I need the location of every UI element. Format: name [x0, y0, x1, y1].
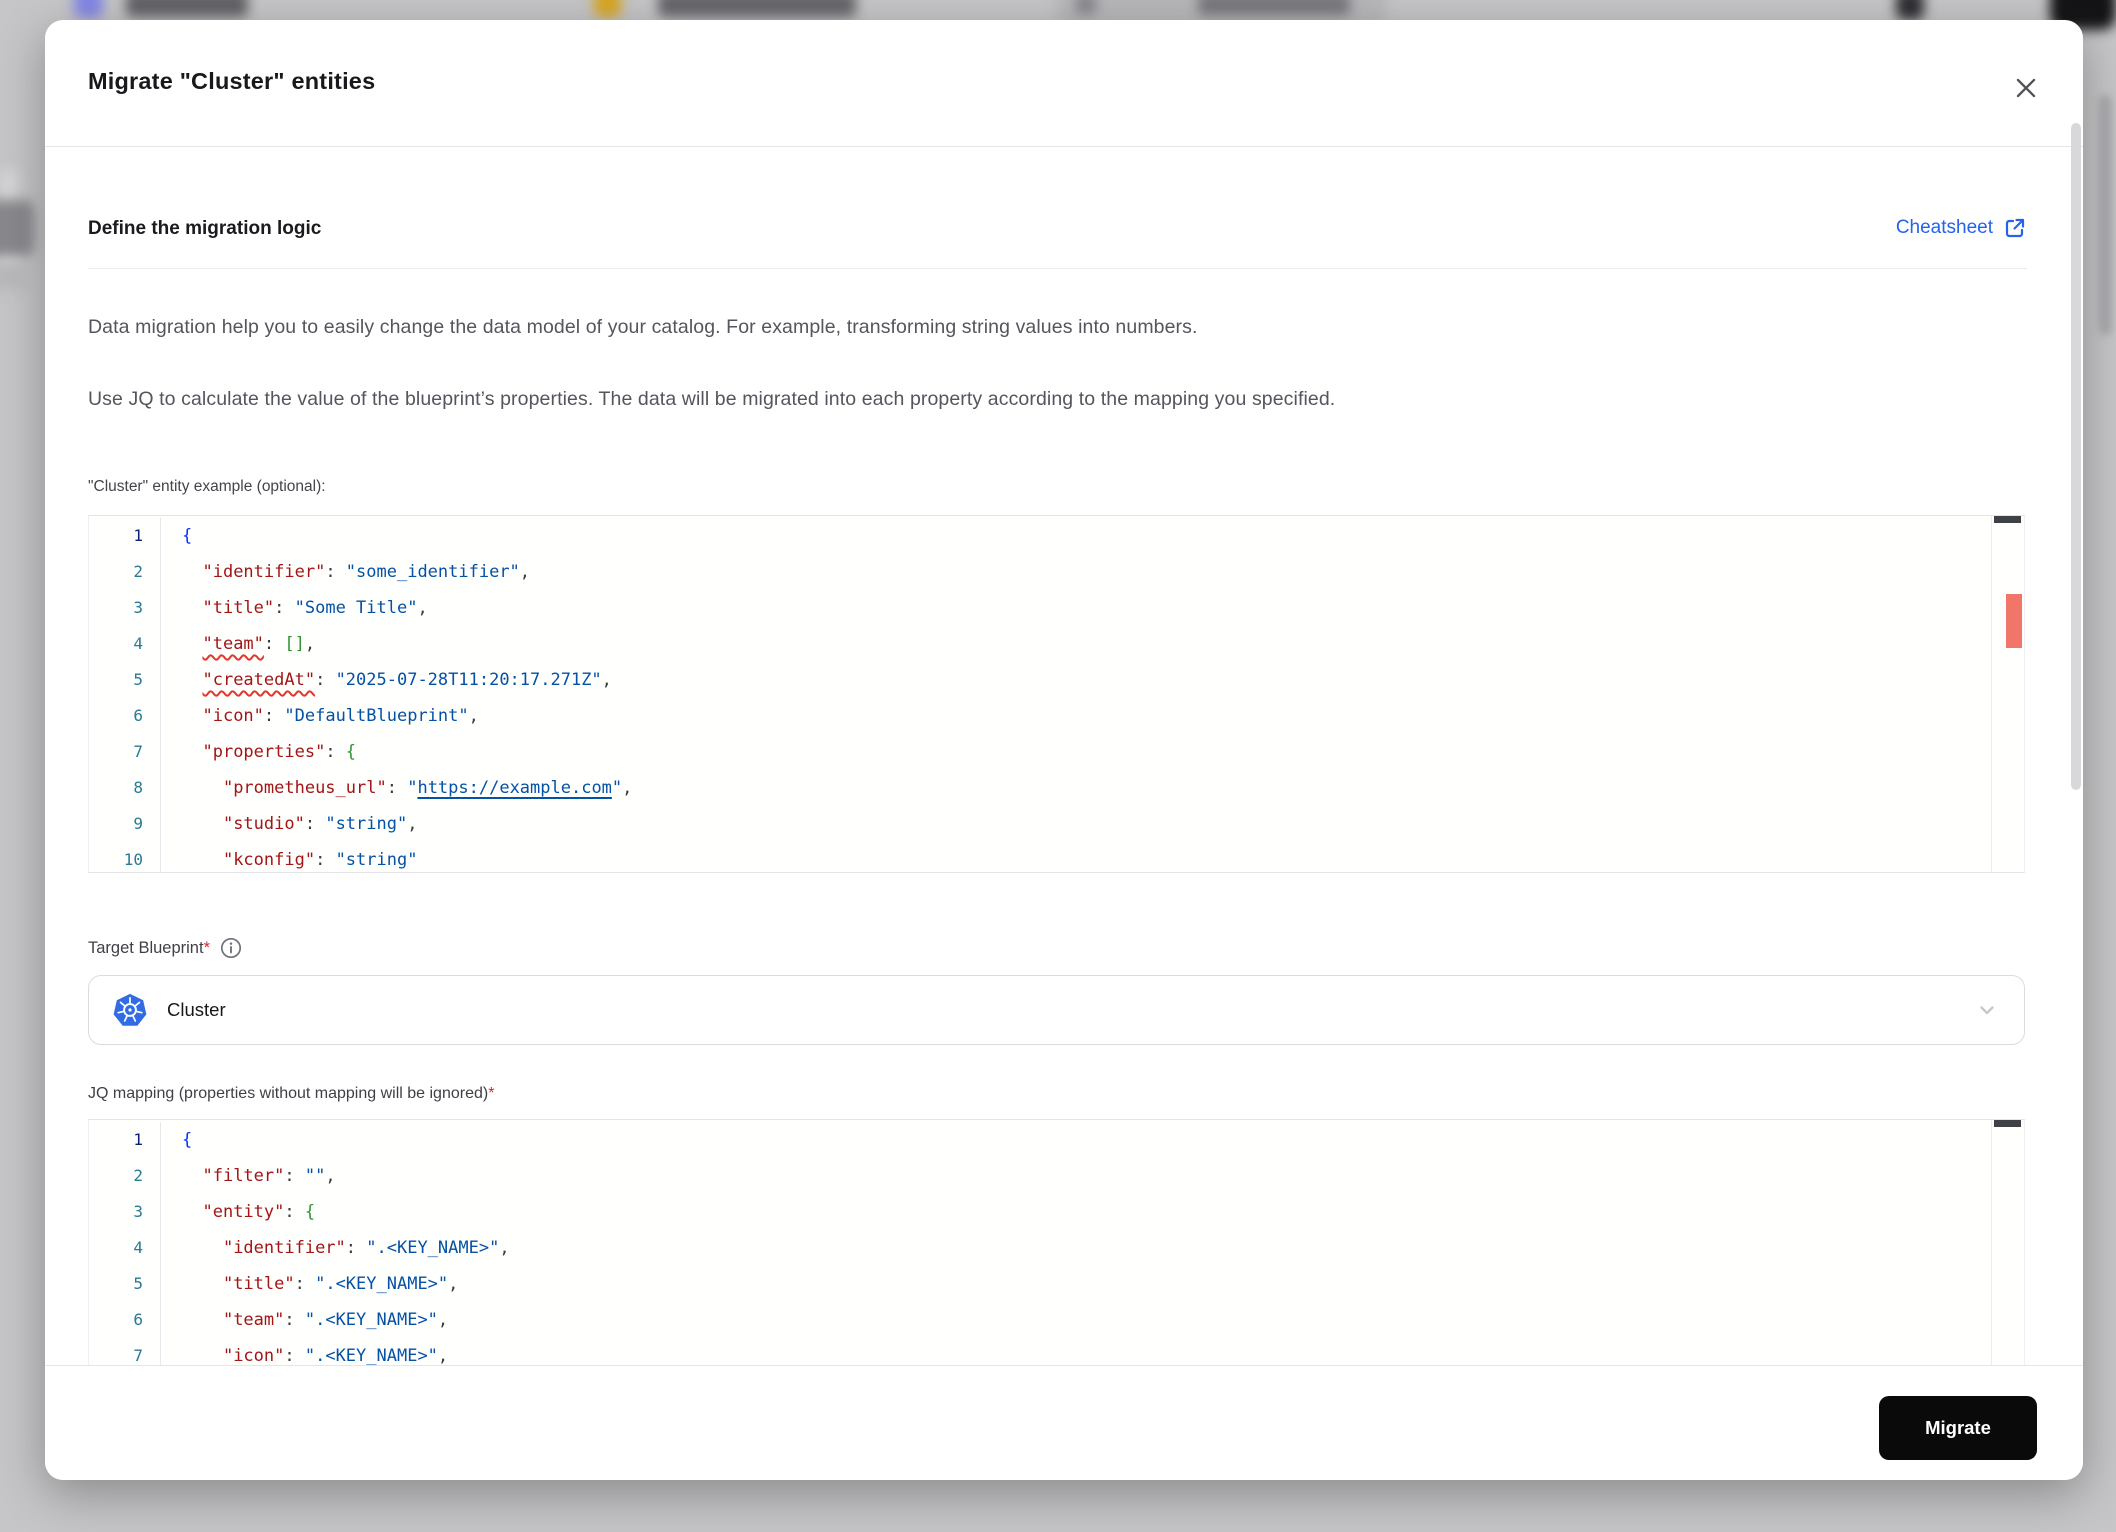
code-line: 7 "icon": ".<KEY_NAME>", — [89, 1338, 2024, 1365]
intro-paragraph-1: Data migration help you to easily change… — [88, 316, 1198, 338]
target-blueprint-select[interactable]: Cluster — [88, 975, 2025, 1045]
editor-scrollbar-track — [1991, 1120, 1992, 1365]
editor-scrollbar-track — [1991, 516, 1992, 872]
required-asterisk: * — [203, 938, 210, 957]
code-line: 10 "kconfig": "string" — [89, 842, 2024, 872]
target-blueprint-value: Cluster — [167, 999, 226, 1020]
code-line: 6 "team": ".<KEY_NAME>", — [89, 1302, 2024, 1338]
editor-overview-cursor-marker — [1994, 516, 2021, 523]
section-divider — [88, 268, 2027, 269]
background-app-tab-text — [126, 0, 248, 17]
code-line: 2 "filter": "", — [89, 1158, 2024, 1194]
close-button[interactable] — [2009, 72, 2043, 106]
required-asterisk: * — [488, 1085, 495, 1102]
background-toolbar-blob — [1896, 0, 1924, 20]
entity-example-label: "Cluster" entity example (optional): — [88, 478, 326, 495]
migrate-button[interactable]: Migrate — [1879, 1396, 2037, 1460]
cheatsheet-link[interactable]: Cheatsheet — [1896, 216, 2027, 240]
jq-mapping-code-editor[interactable]: 1{2 "filter": "", 3 "entity": {4 "identif… — [88, 1119, 2025, 1366]
external-link-icon — [2003, 216, 2027, 240]
background-page-scrollbar — [2099, 95, 2112, 335]
code-line: 1{ — [89, 518, 2024, 554]
cheatsheet-link-label: Cheatsheet — [1895, 217, 1993, 238]
background-app-tab-icon — [74, 0, 103, 18]
info-icon[interactable] — [219, 936, 243, 960]
editor-overview-error-marker — [2006, 594, 2022, 648]
intro-paragraph-2: Use JQ to calculate the value of the blu… — [88, 388, 1336, 410]
target-blueprint-label: Target Blueprint* — [88, 938, 210, 957]
code-line: 4 "team": [], — [89, 626, 2024, 662]
section-heading: Define the migration logic — [88, 218, 322, 239]
code-line: 1{ — [89, 1122, 2024, 1158]
background-search-text — [1198, 0, 1350, 15]
dialog-footer: Migrate — [45, 1365, 2083, 1480]
background-sidebar-blob — [0, 200, 34, 256]
code-line: 4 "identifier": ".<KEY_NAME>", — [89, 1230, 2024, 1266]
code-line: 5 "title": ".<KEY_NAME>", — [89, 1266, 2024, 1302]
code-line: 5 "createdAt": "2025-07-28T11:20:17.271Z… — [89, 662, 2024, 698]
migrate-entities-dialog: Migrate "Cluster" entities Define the mi… — [45, 20, 2083, 1480]
editor-overview-cursor-marker — [1994, 1120, 2021, 1127]
target-blueprint-label-row: Target Blueprint* — [88, 936, 243, 960]
background-sidebar-blob2 — [0, 262, 26, 292]
code-line: 8 "prometheus_url": "https://example.com… — [89, 770, 2024, 806]
close-icon — [2013, 75, 2039, 104]
dialog-title: Migrate "Cluster" entities — [88, 68, 376, 94]
code-line: 7 "properties": { — [89, 734, 2024, 770]
jq-mapping-label: JQ mapping (properties without mapping w… — [88, 1085, 495, 1102]
code-line: 3 "title": "Some Title", — [89, 590, 2024, 626]
kubernetes-icon — [113, 993, 147, 1027]
code-line: 3 "entity": { — [89, 1194, 2024, 1230]
chevron-down-icon — [1974, 997, 2000, 1023]
background-app-tab2-text — [658, 0, 856, 17]
dialog-header: Migrate "Cluster" entities — [45, 20, 2083, 147]
code-line: 2 "identifier": "some_identifier", — [89, 554, 2024, 590]
code-line: 6 "icon": "DefaultBlueprint", — [89, 698, 2024, 734]
dialog-scrollbar-thumb[interactable] — [2071, 123, 2081, 790]
screen: Migrate "Cluster" entities Define the mi… — [0, 0, 2116, 1532]
entity-example-code-editor[interactable]: 1{2 "identifier": "some_identifier", 3 "t… — [88, 515, 2025, 873]
background-app-tab2-icon — [594, 0, 621, 17]
background-search-icon — [1076, 0, 1096, 14]
code-line: 9 "studio": "string", — [89, 806, 2024, 842]
